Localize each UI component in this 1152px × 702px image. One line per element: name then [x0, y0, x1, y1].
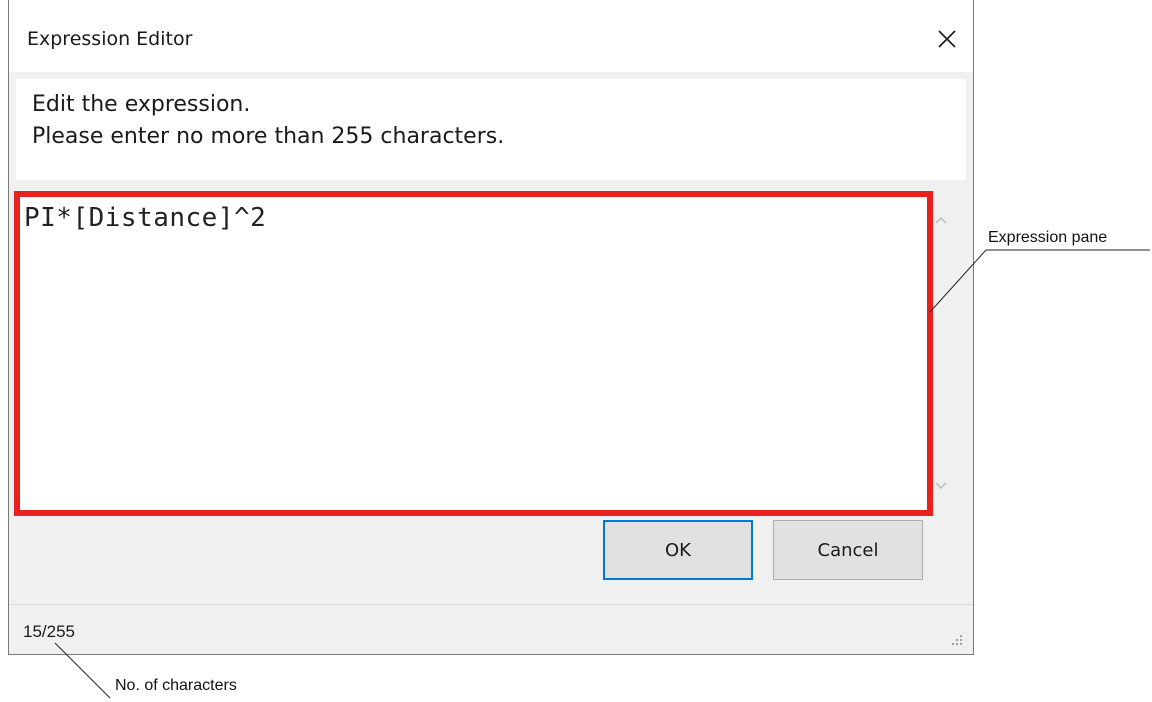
callout-expression-pane: Expression pane: [988, 229, 1108, 246]
callout-leader-lines: [54, 249, 1150, 699]
callout-character-count: No. of characters: [115, 677, 237, 694]
